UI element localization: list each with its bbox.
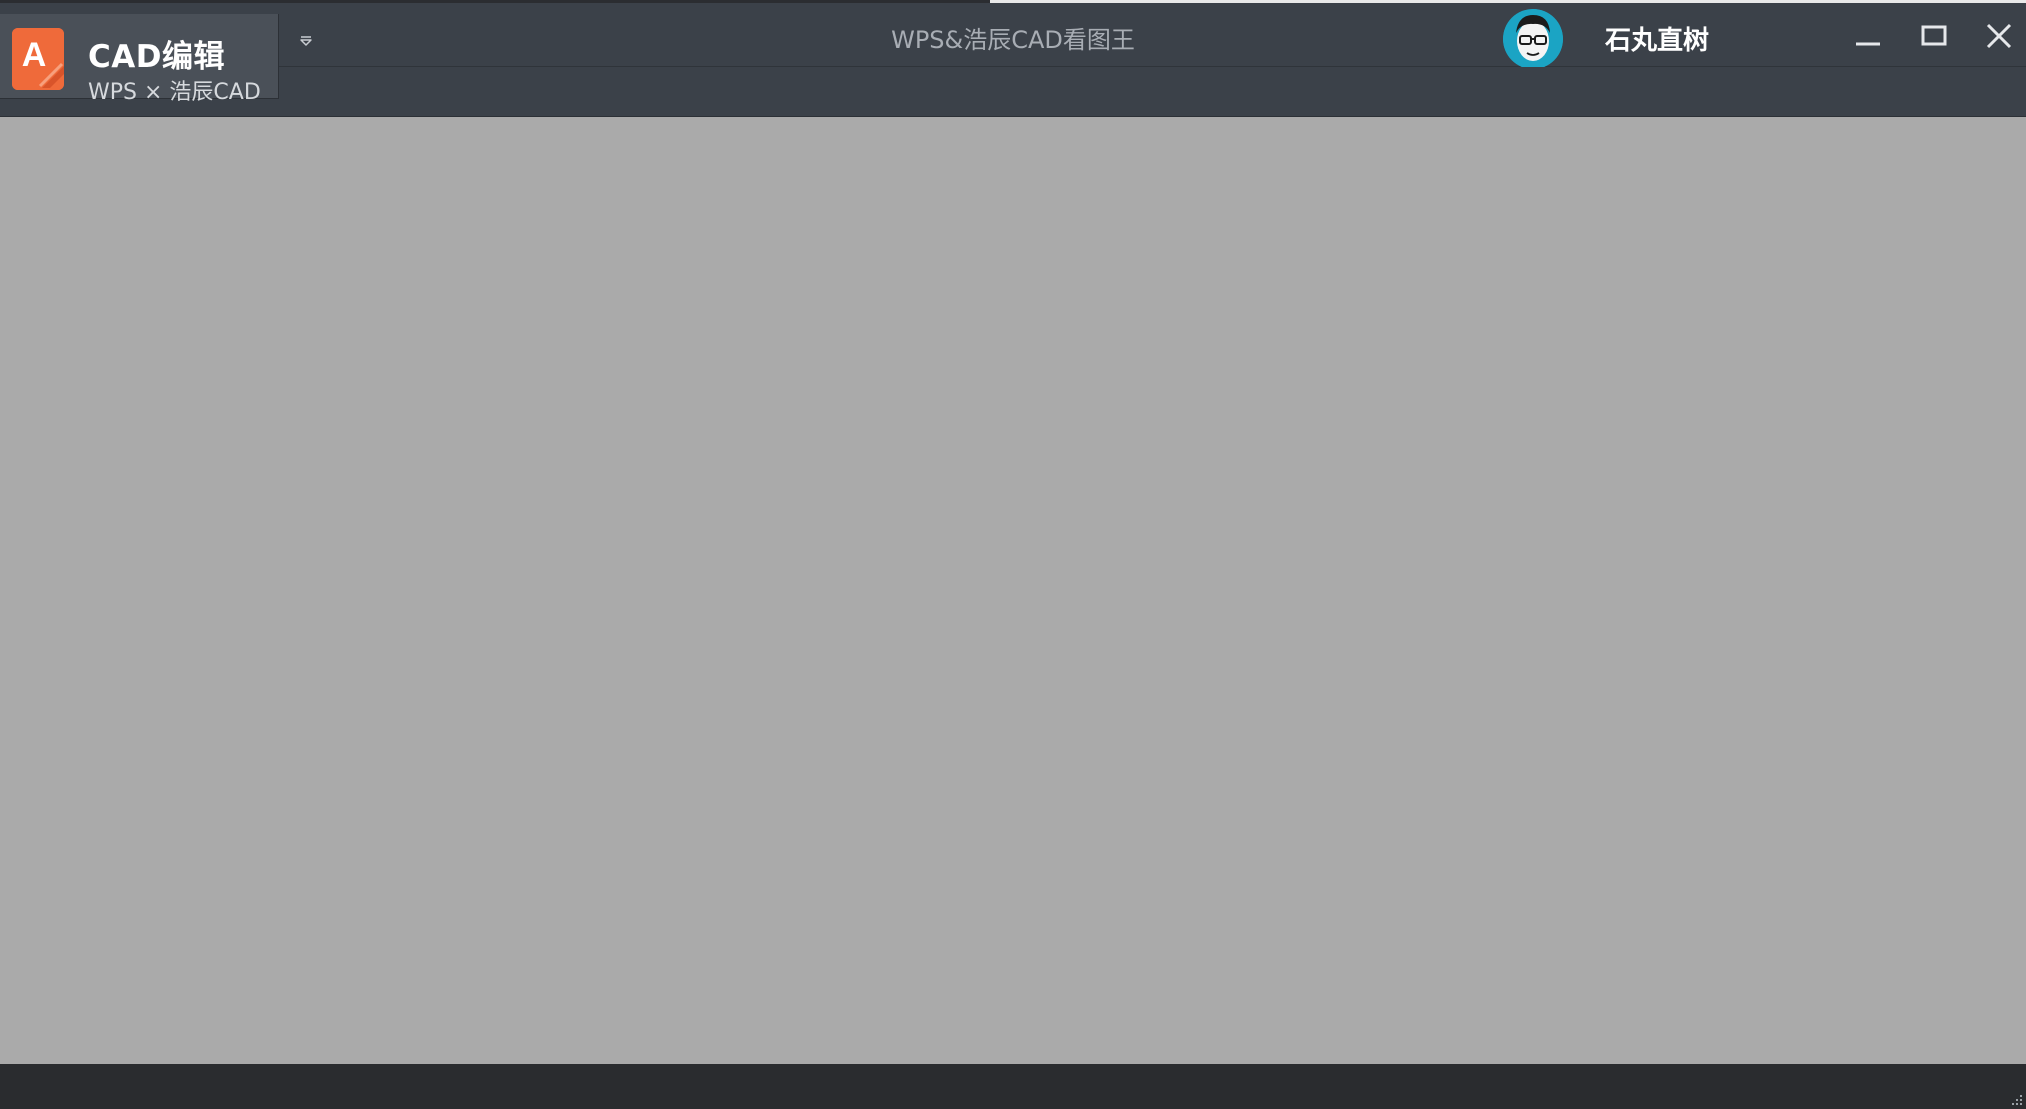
close-icon <box>1986 23 2012 49</box>
app-name: CAD编辑 <box>88 39 225 75</box>
user-avatar[interactable] <box>1503 9 1563 69</box>
caret-down-icon <box>300 36 312 46</box>
user-name[interactable]: 石丸直树 <box>1605 20 1709 57</box>
resize-grip[interactable] <box>2008 1091 2024 1107</box>
status-bar <box>0 1064 2026 1109</box>
drawing-canvas[interactable] <box>0 117 2026 1064</box>
avatar-face-icon <box>1503 9 1563 69</box>
logo-letter: A <box>22 36 47 74</box>
app-menu-dropdown-button[interactable] <box>296 31 316 51</box>
title-bar[interactable]: WPS&浩辰CAD看图王 石丸直树 <box>0 3 2026 69</box>
app-badge[interactable]: A CAD编辑 WPS × 浩辰CAD <box>0 14 279 105</box>
app-subtitle: WPS × 浩辰CAD <box>88 80 261 105</box>
minimize-icon <box>1856 42 1880 46</box>
ribbon-toolbar <box>0 67 2026 117</box>
app-logo: A <box>12 28 64 90</box>
window-title: WPS&浩辰CAD看图王 <box>891 26 1135 54</box>
cad-logo-icon: A <box>12 28 64 90</box>
resize-grip-icon <box>2012 1095 2022 1105</box>
minimize-button[interactable] <box>1846 19 1890 55</box>
cad-window: WPS&浩辰CAD看图王 石丸直树 A CAD编辑 WPS × 浩辰CAD <box>0 0 2026 1109</box>
close-button[interactable] <box>1977 19 2021 55</box>
maximize-icon <box>1921 25 1947 46</box>
maximize-button[interactable] <box>1912 19 1956 55</box>
